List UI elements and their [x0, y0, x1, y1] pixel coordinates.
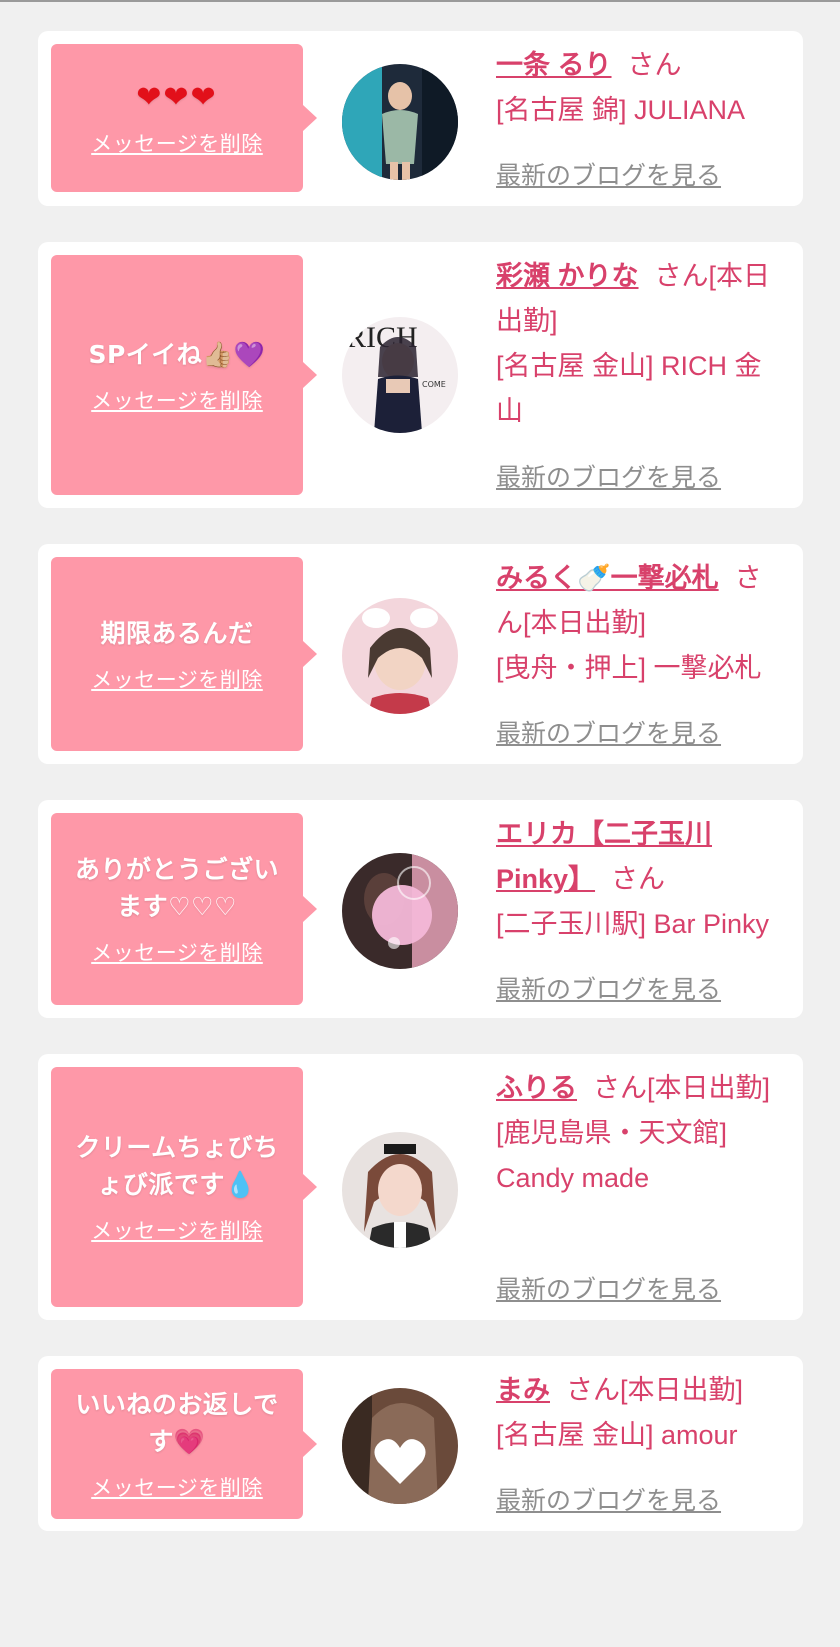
- message-text: 期限あるんだ: [100, 618, 254, 648]
- profile-info: みるく🍼一撃必札 さん[本日出勤] [曳舟・押上] 一撃必札: [496, 556, 788, 691]
- shop-text: [鹿児島県・天文館] Candy made: [496, 1118, 728, 1193]
- shop-text: [名古屋 金山] RICH 金山: [496, 351, 762, 426]
- profile-info: エリカ【二子玉川Pinky】 さん [二子玉川駅] Bar Pinky: [496, 812, 788, 947]
- avatar[interactable]: [342, 1388, 458, 1504]
- message-bubble: いいねのお返しです💗 メッセージを削除: [51, 1369, 317, 1519]
- avatar[interactable]: [342, 1132, 458, 1248]
- message-text: ❤❤❤: [136, 79, 218, 115]
- latest-blog-link[interactable]: 最新のブログを見る: [496, 458, 721, 494]
- message-bubble: クリームちょびちょび派です💧 メッセージを削除: [51, 1067, 317, 1307]
- favorite-card-5: クリームちょびちょび派です💧 メッセージを削除 ふりる さん[本日出勤] [鹿児島…: [38, 1054, 803, 1320]
- message-bubble: ❤❤❤ メッセージを削除: [51, 44, 317, 192]
- favorite-card-2: SPイイね👍🏼💜 メッセージを削除 RICH COME 彩瀬 かりな さん[本日出…: [38, 242, 803, 508]
- latest-blog-link[interactable]: 最新のブログを見る: [496, 970, 721, 1006]
- profile-name-link[interactable]: 彩瀬 かりな: [496, 261, 639, 291]
- latest-blog-link[interactable]: 最新のブログを見る: [496, 1481, 721, 1517]
- favorite-card-6: いいねのお返しです💗 メッセージを削除 まみ さん[本日出勤] [名古屋 金山] …: [38, 1356, 803, 1531]
- avatar[interactable]: [342, 64, 458, 180]
- message-bubble: 期限あるんだ メッセージを削除: [51, 557, 317, 751]
- message-bubble: SPイイね👍🏼💜 メッセージを削除: [51, 255, 317, 495]
- delete-message-link[interactable]: メッセージを削除: [91, 1472, 263, 1502]
- latest-blog-link[interactable]: 最新のブログを見る: [496, 714, 721, 750]
- delete-message-link[interactable]: メッセージを削除: [91, 937, 263, 967]
- honorific-text: さん[本日出勤]: [566, 1375, 744, 1405]
- favorite-card-4: ありがとうございます♡♡♡ メッセージを削除 エリカ【二子玉川Pinky】 さん …: [38, 800, 803, 1018]
- avatar[interactable]: RICH COME: [342, 317, 458, 433]
- delete-message-link[interactable]: メッセージを削除: [91, 128, 263, 158]
- profile-name-link[interactable]: ふりる: [496, 1073, 577, 1103]
- honorific-text: さん[本日出勤]: [593, 1073, 771, 1103]
- profile-info: ふりる さん[本日出勤] [鹿児島県・天文館] Candy made: [496, 1066, 788, 1201]
- message-text: いいねのお返しです💗: [75, 1390, 279, 1456]
- shop-text: [二子玉川駅] Bar Pinky: [496, 909, 770, 939]
- profile-name-link[interactable]: エリカ【二子玉川Pinky】: [496, 819, 712, 894]
- profile-info: まみ さん[本日出勤] [名古屋 金山] amour: [496, 1368, 788, 1458]
- shop-text: [名古屋 金山] amour: [496, 1420, 738, 1450]
- profile-name-link[interactable]: まみ: [496, 1375, 550, 1405]
- avatar[interactable]: [342, 853, 458, 969]
- message-text: ありがとうございます♡♡♡: [74, 855, 279, 921]
- honorific-text: さん: [611, 864, 666, 894]
- delete-message-link[interactable]: メッセージを削除: [91, 385, 263, 415]
- profile-info: 一条 るり さん [名古屋 錦] JULIANA: [496, 43, 788, 133]
- latest-blog-link[interactable]: 最新のブログを見る: [496, 1270, 721, 1306]
- avatar[interactable]: [342, 598, 458, 714]
- svg-text:COME: COME: [422, 380, 446, 389]
- favorite-card-3: 期限あるんだ メッセージを削除 みるく🍼一撃必札 さん[本日出勤] [曳舟・押上]…: [38, 544, 803, 764]
- shop-text: [名古屋 錦] JULIANA: [496, 95, 746, 125]
- delete-message-link[interactable]: メッセージを削除: [91, 664, 263, 694]
- message-text: クリームちょびちょび派です💧: [75, 1133, 279, 1199]
- shop-text: [曳舟・押上] 一撃必札: [496, 653, 762, 683]
- latest-blog-link[interactable]: 最新のブログを見る: [496, 156, 721, 192]
- profile-name-link[interactable]: みるく🍼一撃必札: [496, 563, 719, 593]
- message-bubble: ありがとうございます♡♡♡ メッセージを削除: [51, 813, 317, 1005]
- delete-message-link[interactable]: メッセージを削除: [91, 1215, 263, 1245]
- profile-info: 彩瀬 かりな さん[本日出勤] [名古屋 金山] RICH 金山: [496, 254, 788, 434]
- message-text: SPイイね👍🏼💜: [88, 339, 266, 369]
- profile-name-link[interactable]: 一条 るり: [496, 50, 612, 80]
- honorific-text: さん: [627, 50, 682, 80]
- favorite-card-1: ❤❤❤ メッセージを削除 一条 るり さん [名古屋 錦] JULIANA 最新の…: [38, 31, 803, 206]
